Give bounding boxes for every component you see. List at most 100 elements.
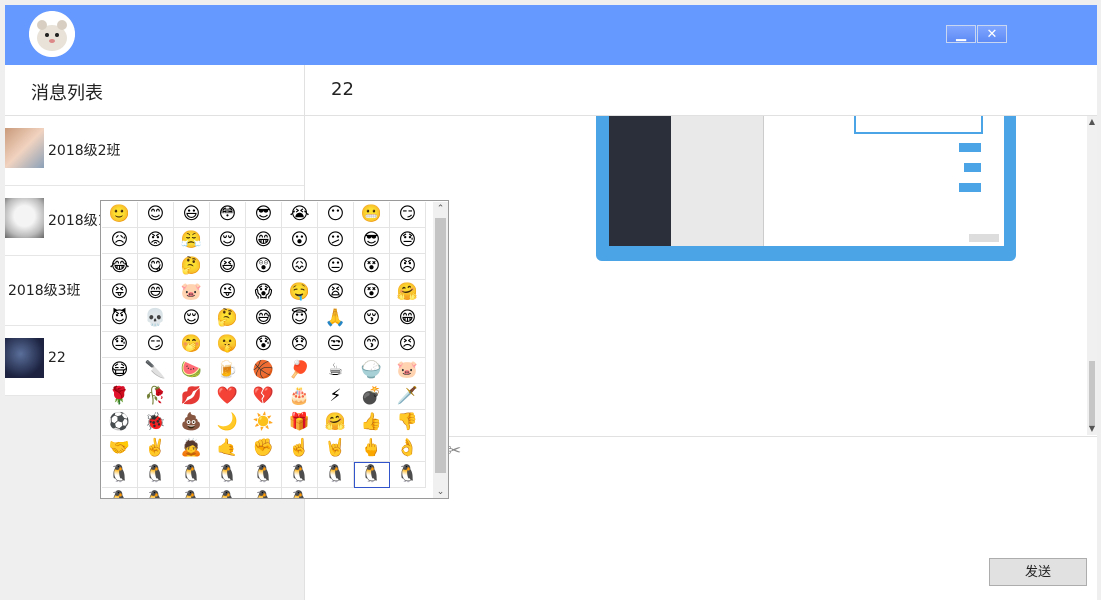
emoji-cell[interactable]: 😂 <box>102 254 138 280</box>
emoji-cell[interactable]: 😤 <box>174 228 210 254</box>
emoji-cell[interactable]: ❤️ <box>210 384 246 410</box>
emoji-cell[interactable]: ☝️ <box>282 436 318 462</box>
emoji-cell[interactable]: 👍 <box>354 410 390 436</box>
emoji-cell[interactable]: 🐧 <box>102 462 138 488</box>
emoji-cell[interactable]: 🔪 <box>138 358 174 384</box>
emoji-cell[interactable]: ⚡ <box>318 384 354 410</box>
emoji-cell[interactable]: 🌹 <box>102 384 138 410</box>
scrollbar-thumb[interactable] <box>1089 361 1095 427</box>
emoji-cell[interactable]: 😓 <box>390 228 426 254</box>
emoji-cell[interactable]: 😋 <box>138 254 174 280</box>
chevron-up-icon[interactable]: ⌃ <box>433 202 448 216</box>
emoji-cell[interactable]: 😵 <box>354 280 390 306</box>
emoji-cell[interactable]: 😕 <box>318 228 354 254</box>
message-scrollbar[interactable]: ▲ ▼ <box>1087 116 1097 435</box>
emoji-cell[interactable]: 😝 <box>102 280 138 306</box>
emoji-cell[interactable]: 😖 <box>282 254 318 280</box>
emoji-cell[interactable]: 🎂 <box>282 384 318 410</box>
emoji-cell[interactable]: 😃 <box>174 202 210 228</box>
emoji-cell[interactable]: 🐧 <box>354 462 390 488</box>
emoji-cell[interactable]: ✊ <box>246 436 282 462</box>
emoji-cell[interactable]: 🐧 <box>246 488 282 498</box>
emoji-cell[interactable]: 😳 <box>210 202 246 228</box>
emoji-cell[interactable]: 💀 <box>138 306 174 332</box>
emoji-cell[interactable]: 💔 <box>246 384 282 410</box>
emoji-cell[interactable]: 😏 <box>390 202 426 228</box>
emoji-cell[interactable]: 😣 <box>390 332 426 358</box>
emoji-cell[interactable]: 🙏 <box>318 306 354 332</box>
emoji-cell[interactable]: 😚 <box>354 306 390 332</box>
emoji-cell[interactable]: ⚽ <box>102 410 138 436</box>
emoji-cell[interactable]: 🐞 <box>138 410 174 436</box>
scroll-up-icon[interactable]: ▲ <box>1087 116 1097 128</box>
emoji-cell[interactable]: 😠 <box>390 254 426 280</box>
emoji-cell[interactable]: 🐧 <box>282 488 318 498</box>
conversation-item[interactable]: 2018级2班 <box>5 116 304 186</box>
emoji-cell[interactable]: 😅 <box>246 306 282 332</box>
close-button[interactable]: ✕ <box>977 25 1007 43</box>
emoji-cell[interactable]: 🐧 <box>138 488 174 498</box>
emoji-cell[interactable]: 🗡️ <box>390 384 426 410</box>
emoji-cell[interactable]: 😎 <box>246 202 282 228</box>
emoji-cell[interactable]: 😫 <box>318 280 354 306</box>
emoji-cell[interactable]: 😁 <box>390 306 426 332</box>
emoji-cell[interactable]: 💣 <box>354 384 390 410</box>
emoji-cell[interactable]: 🤔 <box>210 306 246 332</box>
emoji-cell[interactable]: 🤫 <box>210 332 246 358</box>
emoji-cell[interactable]: 🐧 <box>318 462 354 488</box>
emoji-cell[interactable]: 😌 <box>210 228 246 254</box>
emoji-cell[interactable]: 👌 <box>390 436 426 462</box>
emoji-cell[interactable]: ☀️ <box>246 410 282 436</box>
emoji-cell[interactable]: 🐧 <box>174 488 210 498</box>
emoji-cell[interactable]: 😁 <box>246 228 282 254</box>
minimize-button[interactable]: ▁ <box>946 25 976 43</box>
scroll-down-icon[interactable]: ▼ <box>1087 423 1097 435</box>
emoji-cell[interactable]: 🍺 <box>210 358 246 384</box>
emoji-cell[interactable]: 😶 <box>318 202 354 228</box>
emoji-cell[interactable]: 😐 <box>318 254 354 280</box>
emoji-cell[interactable]: 🤗 <box>390 280 426 306</box>
emoji-cell[interactable]: 🐧 <box>210 488 246 498</box>
emoji-cell[interactable]: 🐧 <box>102 488 138 498</box>
emoji-cell[interactable]: 💩 <box>174 410 210 436</box>
emoji-cell[interactable]: 🐧 <box>174 462 210 488</box>
emoji-cell[interactable]: 😬 <box>354 202 390 228</box>
emoji-cell[interactable]: 😒 <box>318 332 354 358</box>
emoji-cell[interactable]: 🐧 <box>138 462 174 488</box>
emoji-cell[interactable]: 😇 <box>282 306 318 332</box>
emoji-cell[interactable]: 🤘 <box>318 436 354 462</box>
emoji-cell[interactable]: 😆 <box>210 254 246 280</box>
emoji-cell[interactable]: 🐷 <box>390 358 426 384</box>
emoji-cell[interactable]: 😵 <box>354 254 390 280</box>
emoji-cell[interactable]: 💋 <box>174 384 210 410</box>
send-button[interactable]: 发送 <box>989 558 1087 586</box>
emoji-cell[interactable]: 🍚 <box>354 358 390 384</box>
emoji-cell[interactable]: 🙇 <box>174 436 210 462</box>
scissors-icon[interactable]: ✂ <box>447 441 461 461</box>
emoji-cell[interactable]: 😰 <box>246 332 282 358</box>
emoji-cell[interactable]: 😭 <box>282 202 318 228</box>
emoji-cell[interactable]: 😲 <box>246 254 282 280</box>
emoji-cell[interactable]: 😞 <box>282 332 318 358</box>
emoji-cell[interactable]: 🙂 <box>102 202 138 228</box>
emoji-cell[interactable]: 😜 <box>210 280 246 306</box>
emoji-cell[interactable]: 😱 <box>246 280 282 306</box>
emoji-cell[interactable]: 😷 <box>102 358 138 384</box>
emoji-cell[interactable]: 😡 <box>138 228 174 254</box>
emoji-cell[interactable]: 🤭 <box>174 332 210 358</box>
emoji-cell[interactable]: 🐧 <box>282 462 318 488</box>
emoji-scrollbar[interactable]: ⌃ ⌄ <box>433 202 448 498</box>
emoji-cell[interactable]: ✌️ <box>138 436 174 462</box>
emoji-cell[interactable]: 🏀 <box>246 358 282 384</box>
emoji-cell[interactable]: 😏 <box>138 332 174 358</box>
emoji-cell[interactable]: 🏓 <box>282 358 318 384</box>
emoji-cell[interactable]: 🌙 <box>210 410 246 436</box>
emoji-cell[interactable]: 🐧 <box>390 462 426 488</box>
emoji-cell[interactable]: ☕ <box>318 358 354 384</box>
emoji-cell[interactable]: 🐧 <box>210 462 246 488</box>
emoji-cell[interactable]: 😓 <box>102 332 138 358</box>
emoji-cell[interactable]: 😙 <box>354 332 390 358</box>
user-avatar[interactable] <box>29 11 75 57</box>
emoji-cell[interactable]: 🤗 <box>318 410 354 436</box>
image-message[interactable] <box>596 116 1016 261</box>
